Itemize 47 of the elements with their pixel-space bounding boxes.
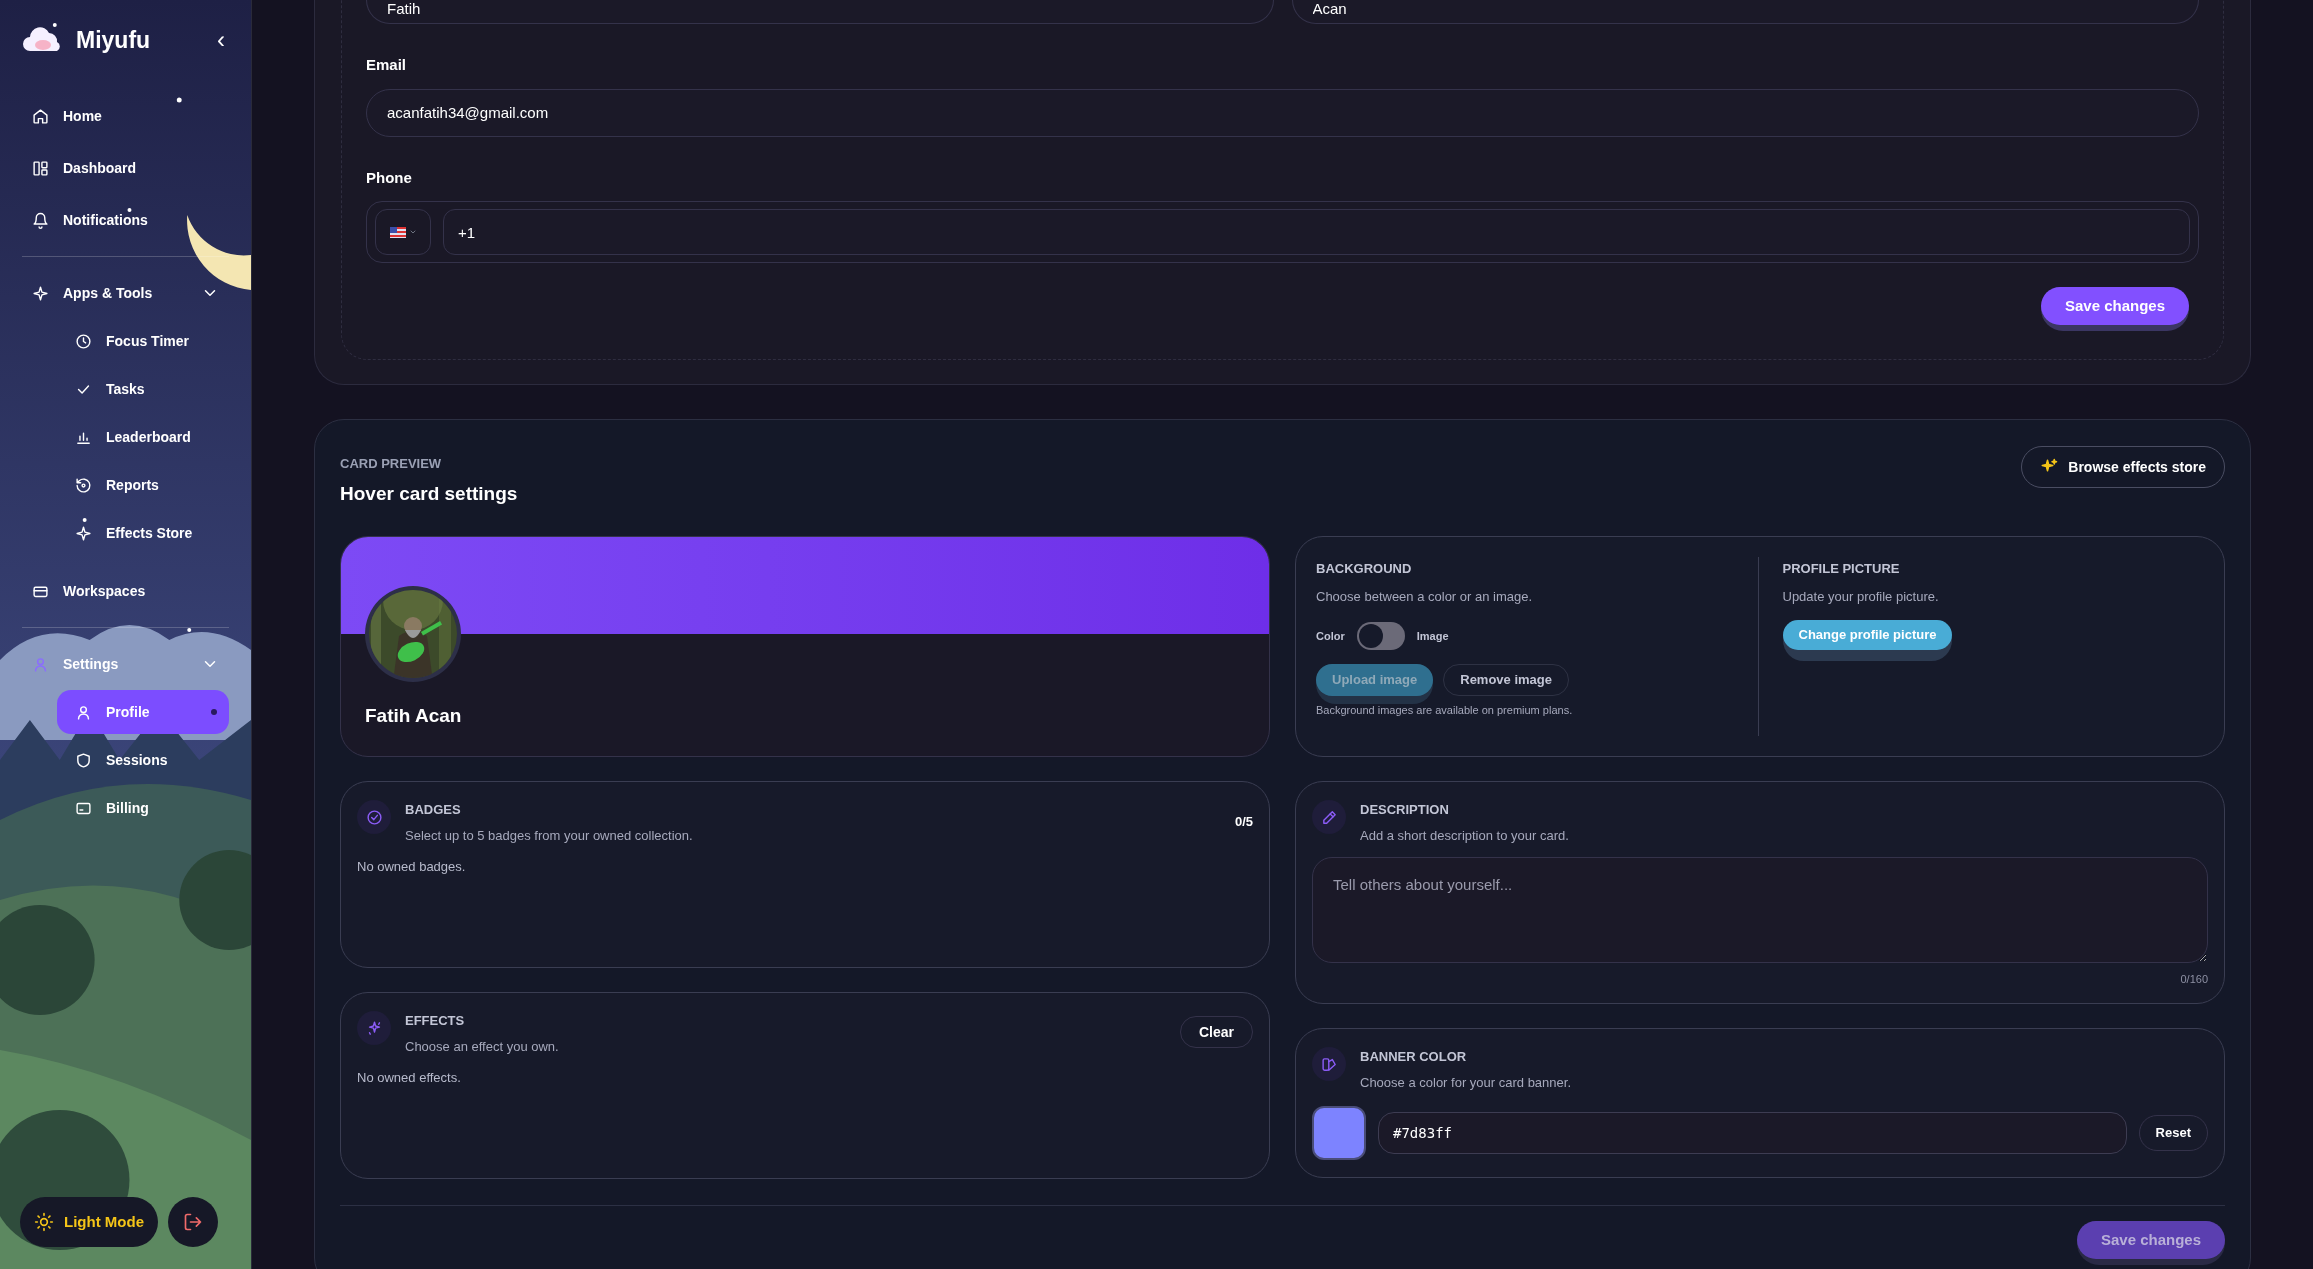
hex-input[interactable]: #7d83ff (1378, 1112, 2127, 1154)
empty-message: No owned badges. (357, 858, 467, 876)
sidebar-item[interactable]: Leaderboard (57, 415, 229, 459)
block-title: PROFILE PICTURE (1782, 560, 1901, 578)
sidebar-item[interactable]: Reports (57, 463, 229, 507)
sidebar-item[interactable]: Notifications (22, 198, 229, 242)
block-title: EFFECTS (405, 1012, 466, 1030)
sidebar-item[interactable]: Profile (57, 690, 229, 734)
block-title: BANNER COLOR (1360, 1048, 1468, 1066)
block-title: DESCRIPTION (1360, 801, 1450, 819)
theme-toggle-button[interactable]: Light Mode (20, 1197, 158, 1247)
block-subtitle: Update your profile picture. (1782, 587, 1940, 606)
badge-count: 0/5 (1234, 813, 1253, 831)
section-eyebrow: CARD PREVIEW (340, 455, 443, 473)
sidebar-item[interactable]: Dashboard (22, 146, 229, 190)
sidebar-item[interactable]: Tasks (57, 367, 229, 411)
sidebar-item[interactable]: Focus Timer (57, 319, 229, 363)
display-name: Fatih Acan (365, 703, 463, 728)
phone-input[interactable]: +1 (443, 209, 2190, 255)
sidebar-item[interactable]: Home (22, 94, 229, 138)
description-textarea[interactable]: Tell others about yourself... (1312, 857, 2208, 963)
save-button[interactable]: Save changes (2040, 287, 2189, 325)
block-subtitle: Add a short description to your card. (1360, 826, 1569, 845)
sidebar-item[interactable]: Apps & Tools (22, 271, 229, 315)
field-label: Email (366, 55, 408, 75)
block-subtitle: Choose a color for your card banner. (1360, 1073, 1571, 1092)
sidebar-item[interactable]: Billing (57, 786, 229, 830)
block-subtitle: Choose an effect you own. (405, 1037, 559, 1056)
toggle-label: Image (1416, 628, 1449, 644)
collapse-button[interactable]: ‹ (217, 28, 225, 52)
block-title: BACKGROUND (1316, 560, 1413, 578)
block-title: BADGES (405, 801, 462, 819)
block-subtitle: Choose between a color or an image. (1316, 587, 1534, 606)
brand-name: Miyufu (76, 25, 151, 55)
section-title: Hover card settings (340, 481, 518, 506)
hint-text: Background images are available on premium plans. (1316, 703, 1574, 718)
block-subtitle: Select up to 5 badges from your owned collection. (405, 826, 693, 845)
sidebar-item[interactable]: Effects Store (57, 511, 229, 555)
empty-message: No owned effects. (357, 1069, 462, 1087)
text-input[interactable]: Fatih (366, 0, 1274, 24)
character-counter: 0/160 (2180, 972, 2208, 987)
toggle-label: Color (1316, 628, 1345, 644)
sidebar-item[interactable]: Workspaces (22, 569, 229, 613)
text-input[interactable]: Acan (1291, 0, 2199, 24)
email-input[interactable]: acanfatih34@gmail.com (366, 88, 2199, 137)
sidebar-item[interactable]: Sessions (57, 738, 229, 782)
field-label: Phone (366, 167, 413, 188)
